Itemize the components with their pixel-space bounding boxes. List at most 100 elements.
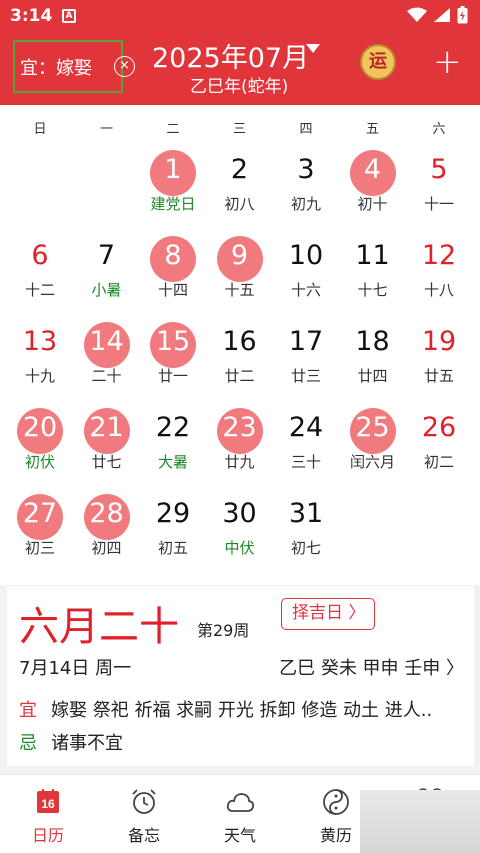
day-detail-card: 六月二十 第29周 择吉日 〉 7月14日 周一 乙巳 癸未 甲申 壬申 〉 宜… (7, 586, 474, 766)
day-cell[interactable]: 5 十一 (405, 148, 473, 234)
day-cell[interactable]: 31 初七 (272, 492, 340, 578)
day-cell[interactable]: 19 廿五 (405, 320, 473, 406)
day-number: 17 (288, 326, 324, 357)
day-cell[interactable]: 4 初十 (339, 148, 407, 234)
day-number: 28 (89, 498, 124, 529)
yi-filter-label[interactable]: 宜：嫁娶 (20, 54, 92, 80)
day-cell[interactable]: 14 二十 (73, 320, 141, 406)
day-cell[interactable]: 24 三十 (272, 406, 340, 492)
day-cell[interactable]: 27 初三 (6, 492, 74, 578)
lunar-day: 廿七 (91, 453, 122, 471)
lunar-day: 小暑 (91, 281, 122, 299)
battery-icon (457, 6, 468, 24)
day-cell[interactable]: 30 中伏 (206, 492, 274, 578)
day-cell[interactable]: 29 初五 (139, 492, 207, 578)
day-number: 7 (97, 240, 116, 271)
day-number: 18 (355, 326, 390, 357)
fortune-icon[interactable]: 运 (360, 44, 396, 80)
day-number: 30 (222, 498, 257, 529)
ji-items: 诸事不宜 (51, 733, 123, 754)
add-button[interactable]: + (433, 45, 462, 79)
day-cell[interactable]: 23 廿九 (206, 406, 274, 492)
day-number: 5 (430, 154, 448, 185)
choose-lucky-day-button[interactable]: 择吉日 〉 (281, 598, 375, 630)
lunar-day: 廿二 (224, 367, 255, 385)
day-cell[interactable]: 11 十七 (339, 234, 407, 320)
lunar-day: 三十 (290, 453, 321, 471)
lunar-day: 十二 (24, 281, 55, 299)
lunar-day: 初九 (290, 195, 321, 213)
day-cell[interactable]: 26 初二 (405, 406, 473, 492)
day-cell[interactable]: 12 十八 (405, 234, 473, 320)
weekday-label: 二 (166, 122, 180, 137)
weekday-label: 四 (299, 122, 313, 137)
yi-label: 宜 (19, 700, 37, 721)
day-number: 31 (288, 498, 324, 529)
status-bar: 3:14 A (0, 0, 480, 32)
day-cell[interactable]: 22 大暑 (139, 406, 207, 492)
lunar-day: 初七 (290, 539, 321, 557)
nav-item-calendar[interactable]: 16 日历 (0, 775, 96, 853)
day-cell[interactable]: 8 十四 (139, 234, 207, 320)
calendar-grid: 日 一 二 三 四 五 六 1 建党日 2 初八 3 初九 4 初十 5 十一 6 十二 7 小暑 8 十四 9 十五 10 十六… (0, 105, 480, 585)
lunar-day: 二十 (91, 367, 122, 385)
month-title[interactable]: 2025年07月 (152, 36, 309, 75)
dropdown-arrow-icon[interactable] (306, 44, 320, 54)
day-cell[interactable]: 2 初八 (206, 148, 274, 234)
yi-items: 嫁娶 祭祀 祈福 求嗣 开光 拆卸 修造 动土 进人.. (51, 700, 433, 721)
ganzhi-link[interactable]: 乙巳 癸未 甲申 壬申 〉 (279, 654, 464, 680)
day-number: 6 (31, 240, 49, 271)
day-number: 8 (164, 240, 182, 271)
lunar-day: 廿九 (224, 453, 255, 471)
lunar-day: 中伏 (224, 539, 255, 557)
lunar-day: 大暑 (157, 453, 188, 471)
day-cell[interactable]: 25 闰六月 (339, 406, 407, 492)
ji-label: 忌 (19, 733, 37, 754)
day-cell[interactable]: 10 十六 (272, 234, 340, 320)
lunar-day: 十五 (224, 281, 255, 299)
day-cell[interactable]: 3 初九 (272, 148, 340, 234)
lunar-day: 初三 (24, 539, 55, 557)
nav-item-memo[interactable]: 备忘 (96, 775, 192, 853)
calendar-icon: 16 (37, 789, 59, 813)
day-cell[interactable]: 17 廿三 (272, 320, 340, 406)
overlay-thumbnail (360, 790, 480, 853)
day-cell[interactable]: 21 廿七 (73, 406, 141, 492)
day-cell[interactable]: 15 廿一 (139, 320, 207, 406)
lunar-day: 廿一 (157, 367, 188, 385)
day-cell[interactable]: 7 小暑 (73, 234, 141, 320)
day-cell[interactable]: 9 十五 (206, 234, 274, 320)
day-number: 20 (22, 412, 58, 443)
day-cell[interactable]: 1 建党日 (139, 148, 207, 234)
day-number: 23 (222, 412, 257, 443)
month-subtitle: 乙巳年(蛇年) (190, 77, 289, 97)
close-icon[interactable]: × (114, 56, 135, 77)
day-number: 15 (155, 326, 191, 357)
status-icons (407, 6, 468, 24)
wifi-icon (407, 7, 427, 22)
lunar-day: 十一 (423, 195, 454, 213)
day-cell[interactable]: 18 廿四 (339, 320, 407, 406)
day-cell[interactable]: 20 初伏 (6, 406, 74, 492)
day-number: 16 (222, 326, 257, 357)
day-cell[interactable]: 16 廿二 (206, 320, 274, 406)
day-number: 25 (355, 412, 390, 443)
gregorian-date: 7月14日 周一 (19, 658, 132, 679)
day-number: 27 (22, 498, 58, 529)
day-cell[interactable]: 13 十九 (6, 320, 74, 406)
nav-label-memo: 备忘 (127, 826, 160, 845)
cloud-icon (226, 793, 255, 812)
weekday-label: 六 (432, 122, 446, 137)
nav-item-weather[interactable]: 天气 (192, 775, 288, 853)
day-number: 22 (155, 412, 191, 443)
notification-a-icon: A (62, 9, 76, 23)
lunar-day: 十九 (24, 367, 55, 385)
day-number: 13 (22, 326, 58, 357)
lunar-day: 廿五 (423, 367, 454, 385)
yin-yang-icon (323, 789, 349, 815)
weekday-label: 一 (99, 122, 113, 137)
lunar-day: 闰六月 (349, 453, 395, 471)
day-cell[interactable]: 28 初四 (73, 492, 141, 578)
day-cell[interactable]: 6 十二 (6, 234, 74, 320)
lunar-day: 廿三 (290, 367, 321, 385)
